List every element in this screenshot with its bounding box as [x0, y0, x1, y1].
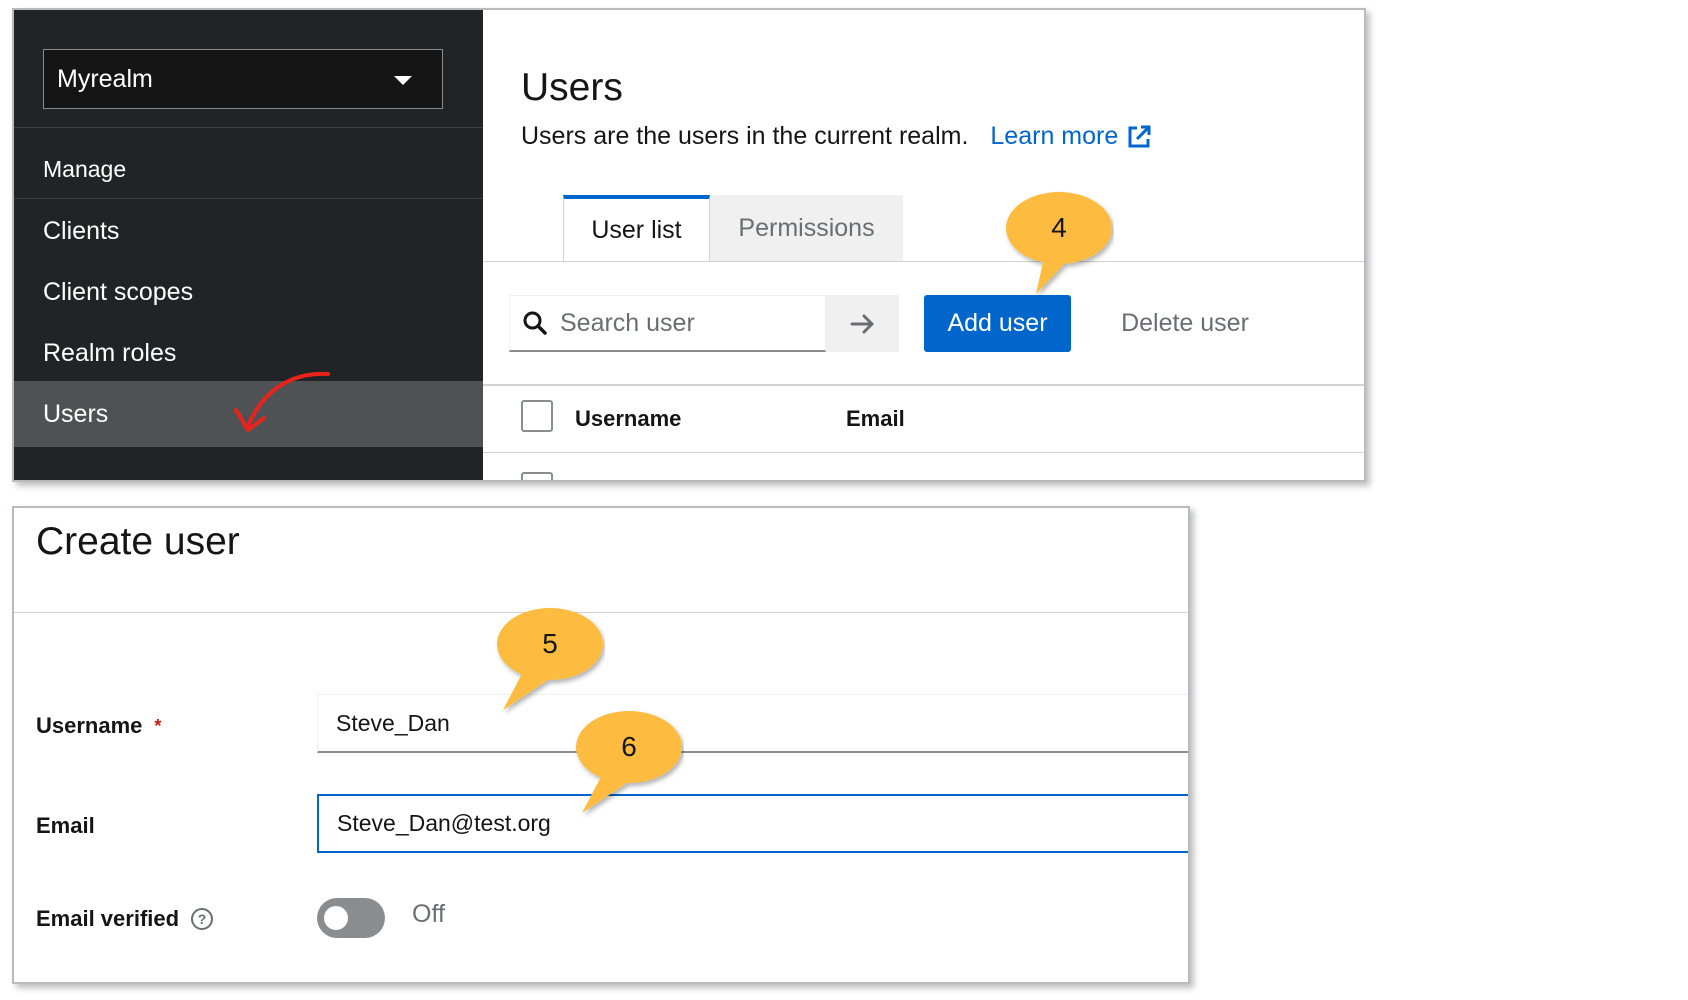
email-value: Steve_Dan@test.org: [337, 810, 551, 836]
tab-divider: [483, 261, 1364, 262]
realm-selector-label: Myrealm: [57, 64, 153, 93]
callout-number: 5: [542, 628, 558, 659]
learn-more-link[interactable]: Learn more: [990, 122, 1152, 151]
arrow-right-icon: [850, 314, 873, 333]
delete-user-button[interactable]: Delete user: [1095, 295, 1275, 352]
description-text: Users are the users in the current realm…: [521, 122, 969, 150]
row-checkbox[interactable]: [521, 472, 553, 480]
sidebar-section-label: Manage: [43, 155, 127, 182]
email-label: Email: [36, 813, 95, 839]
toggle-knob: [324, 906, 348, 930]
sidebar-item-label: Client scopes: [43, 277, 194, 306]
email-label-text: Email: [36, 813, 95, 838]
sidebar-item-label: Clients: [43, 216, 120, 245]
search-submit-button[interactable]: [826, 295, 899, 352]
callout-step-6: 6: [574, 709, 684, 819]
caret-down-icon: [394, 76, 412, 85]
column-header-username: Username: [575, 406, 682, 431]
search-placeholder: Search user: [560, 308, 695, 337]
page-description: Users are the users in the current realm…: [521, 122, 1152, 151]
callout-step-5: 5: [495, 606, 605, 716]
help-icon[interactable]: ?: [191, 908, 214, 930]
users-screen-panel: Myrealm Manage Clients Client scopes Rea…: [12, 8, 1366, 482]
delete-user-label: Delete user: [1121, 309, 1249, 337]
sidebar-item-client-scopes[interactable]: Client scopes: [14, 259, 483, 325]
email-field[interactable]: Steve_Dan@test.org: [317, 794, 1188, 853]
tab-permissions[interactable]: Permissions: [710, 195, 903, 262]
learn-more-label: Learn more: [990, 122, 1119, 150]
email-verified-toggle[interactable]: [317, 898, 385, 938]
username-label: Username *: [36, 713, 161, 739]
toggle-state-label: Off: [412, 900, 445, 928]
sidebar: Myrealm Manage Clients Client scopes Rea…: [14, 10, 483, 480]
sidebar-item-clients[interactable]: Clients: [14, 198, 483, 264]
table-divider: [483, 452, 1364, 453]
sidebar-item-label: Realm roles: [43, 338, 177, 367]
email-verified-label: Email verified ?: [36, 906, 214, 932]
sidebar-item-label: Users: [43, 399, 109, 428]
tab-user-list[interactable]: User list: [563, 195, 710, 262]
callout-number: 4: [1051, 212, 1067, 243]
users-main: Users Users are the users in the current…: [483, 10, 1364, 480]
sidebar-section-manage: Manage: [14, 136, 483, 202]
table-divider: [483, 384, 1364, 386]
required-marker: *: [154, 715, 162, 736]
search-user-input[interactable]: Search user: [509, 295, 826, 352]
add-user-button[interactable]: Add user: [924, 295, 1071, 352]
select-all-checkbox[interactable]: [521, 400, 553, 432]
sidebar-divider: [14, 127, 483, 128]
page-title: Users: [521, 66, 623, 109]
username-label-text: Username: [36, 713, 143, 738]
column-header-email: Email: [846, 406, 905, 431]
search-icon: [523, 311, 547, 335]
username-value: Steve_Dan: [336, 709, 450, 736]
form-title: Create user: [36, 520, 240, 563]
tab-bar: User list Permissions: [563, 195, 903, 262]
help-icon-glyph: ?: [197, 911, 207, 927]
username-field[interactable]: Steve_Dan: [317, 694, 1188, 753]
callout-step-4: 4: [1004, 190, 1114, 300]
realm-selector[interactable]: Myrealm: [43, 49, 443, 109]
external-link-icon: [1128, 125, 1151, 147]
email-verified-label-text: Email verified: [36, 906, 180, 931]
add-user-label: Add user: [947, 309, 1048, 337]
annotation-arrow-icon: [234, 371, 330, 432]
tab-label: Permissions: [738, 214, 875, 242]
tab-label: User list: [591, 216, 682, 244]
callout-number: 6: [621, 731, 637, 762]
